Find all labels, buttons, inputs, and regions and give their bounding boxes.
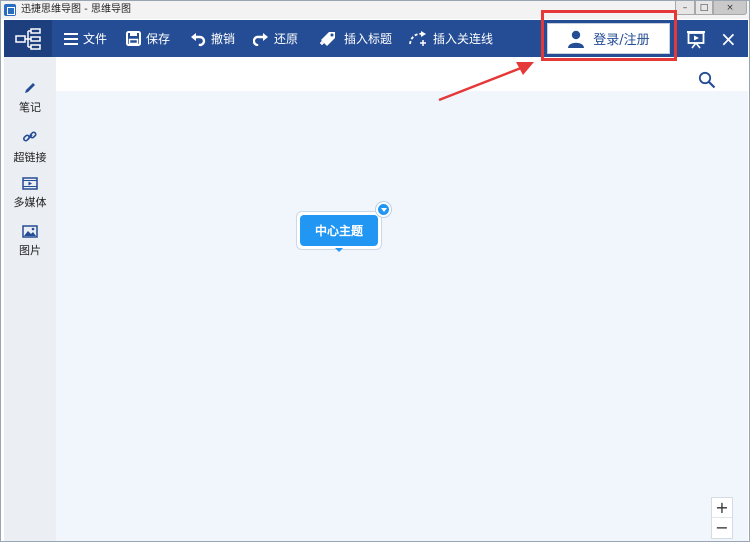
close-document-button[interactable]: × — [720, 20, 737, 57]
link-icon — [22, 131, 37, 142]
close-window-button[interactable]: × — [713, 1, 747, 15]
left-sidebar: 笔记 超链接 多媒体 图片 — [4, 57, 56, 541]
zoom-in-button[interactable]: + — [712, 498, 732, 518]
redo-arrow-icon — [253, 32, 268, 46]
app-window: 迅捷思维导图 - 思维导图 – □ × 文件 保存 撤销 还原 插入标题 插入关… — [0, 0, 750, 542]
insert-title-button[interactable]: 插入标题 — [319, 20, 392, 57]
save-label: 保存 — [146, 32, 171, 46]
zoom-controls: + − — [711, 497, 733, 539]
presentation-button[interactable] — [686, 20, 711, 57]
maximize-button[interactable]: □ — [695, 1, 713, 15]
undo-button[interactable]: 撤销 — [190, 20, 235, 57]
hamburger-icon — [64, 32, 78, 45]
insert-title-label: 插入标题 — [344, 32, 393, 46]
app-logo-icon — [4, 4, 16, 16]
sidebar-item-multimedia[interactable]: 多媒体 — [4, 177, 56, 210]
annotation-highlight-box — [541, 10, 677, 61]
mindmap-logo-icon[interactable] — [4, 20, 52, 57]
zoom-out-button[interactable]: − — [712, 518, 732, 538]
node-pointer — [335, 248, 343, 252]
mindmap-canvas[interactable]: 中心主题 + − — [56, 57, 748, 541]
sidebar-item-image[interactable]: 图片 — [4, 225, 56, 258]
file-menu-button[interactable]: 文件 — [64, 20, 107, 57]
sidebar-item-label: 多媒体 — [13, 196, 47, 209]
film-icon — [22, 177, 38, 190]
sidebar-item-note[interactable]: 笔记 — [4, 81, 56, 115]
undo-label: 撤销 — [211, 32, 236, 46]
node-collapse-toggle[interactable] — [376, 202, 391, 217]
sidebar-item-label: 超链接 — [13, 151, 47, 164]
presentation-icon — [687, 30, 705, 48]
pencil-icon — [25, 83, 35, 93]
tag-plus-icon — [320, 31, 335, 46]
central-topic-label: 中心主题 — [300, 215, 378, 246]
redo-label: 还原 — [274, 32, 299, 46]
insert-relation-line-button[interactable]: 插入关连线 — [408, 20, 493, 57]
image-icon — [22, 225, 38, 238]
minimize-button[interactable]: – — [675, 1, 695, 15]
search-icon — [698, 71, 716, 89]
save-button[interactable]: 保存 — [126, 20, 170, 57]
relation-line-icon — [409, 30, 426, 46]
canvas-header-strip — [56, 57, 748, 91]
undo-arrow-icon — [191, 32, 206, 46]
file-menu-label: 文件 — [83, 32, 108, 46]
insert-relation-line-label: 插入关连线 — [433, 32, 494, 46]
close-icon: × — [720, 26, 737, 51]
central-topic-node[interactable]: 中心主题 — [296, 211, 382, 252]
sidebar-item-hyperlink[interactable]: 超链接 — [4, 129, 56, 165]
window-title: 迅捷思维导图 - 思维导图 — [21, 4, 131, 15]
sidebar-item-label: 图片 — [19, 244, 41, 257]
floppy-disk-icon — [126, 31, 141, 46]
redo-button[interactable]: 还原 — [253, 20, 298, 57]
search-button[interactable] — [698, 71, 716, 93]
sidebar-item-label: 笔记 — [19, 101, 41, 114]
